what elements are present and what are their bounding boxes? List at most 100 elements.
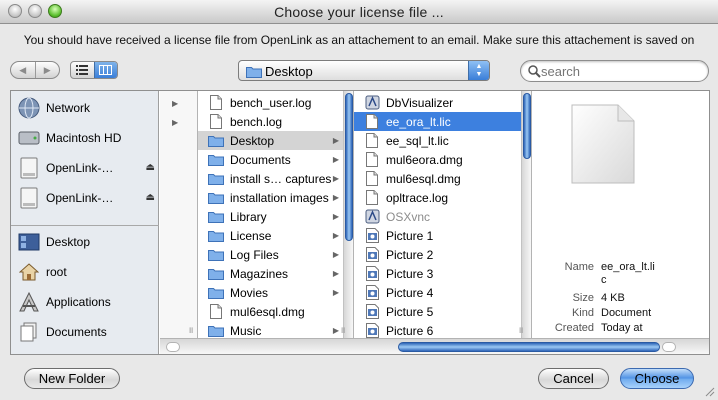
document-icon xyxy=(364,151,380,168)
file-list-row[interactable]: Picture 3 xyxy=(354,264,531,283)
folder-icon xyxy=(208,227,224,244)
disclosure-arrow-icon: ▶ xyxy=(332,136,339,145)
disclosure-arrow-icon: ▶ xyxy=(332,193,339,202)
file-list-row[interactable]: opltrace.log xyxy=(354,188,531,207)
choose-button[interactable]: Choose xyxy=(620,368,694,389)
file-list-row[interactable]: ee_ora_lt.lic xyxy=(354,112,531,131)
sidebar: Network Macintosh HD OpenLink-… ⏏ OpenLi… xyxy=(11,91,159,354)
file-name: DbVisualizer xyxy=(386,95,454,110)
folder-icon xyxy=(208,265,224,282)
file-list-row[interactable]: DbVisualizer xyxy=(354,93,531,112)
sidebar-item-label: Macintosh HD xyxy=(46,131,122,145)
sidebar-item-applications[interactable]: Applications xyxy=(17,289,155,315)
picture-file-icon xyxy=(364,265,380,282)
file-name: bench.log xyxy=(230,114,283,129)
instruction-message: You should have received a license file … xyxy=(23,33,695,47)
file-list-row[interactable]: License ▶ xyxy=(198,226,353,245)
cancel-button[interactable]: Cancel xyxy=(538,368,609,389)
file-list-row[interactable]: ee_sql_lt.lic xyxy=(354,131,531,150)
file-name: Picture 2 xyxy=(386,247,434,262)
scrollbar-thumb[interactable] xyxy=(345,93,353,241)
file-list-row[interactable]: Magazines ▶ xyxy=(198,264,353,283)
scrollbar-track-end xyxy=(662,342,676,352)
file-list-row[interactable]: Music ▶ xyxy=(198,321,353,338)
file-name: ee_sql_lt.lic xyxy=(386,133,449,148)
file-list-row[interactable]: Picture 1 xyxy=(354,226,531,245)
preview-created-label: Created xyxy=(554,322,594,334)
forward-button[interactable]: ▶ xyxy=(34,62,60,78)
back-button[interactable]: ◀ xyxy=(11,62,35,78)
resize-grip-icon[interactable] xyxy=(703,385,715,397)
file-list-row[interactable]: Picture 5 xyxy=(354,302,531,321)
file-list-row[interactable]: bench_user.log xyxy=(198,93,353,112)
search-field[interactable] xyxy=(520,60,709,82)
folder-icon xyxy=(208,132,224,149)
preview-name-value: ee_ora_lt.li xyxy=(601,261,655,273)
file-name: OSXvnc xyxy=(386,209,431,224)
file-list-row[interactable]: Documents ▶ xyxy=(198,150,353,169)
file-list-row[interactable]: OSXvnc xyxy=(354,207,531,226)
file-list-row[interactable]: install s… captures ▶ xyxy=(198,169,353,188)
eject-icon[interactable]: ⏏ xyxy=(146,192,155,203)
preview-kind-label: Kind xyxy=(571,307,594,319)
search-input[interactable] xyxy=(541,63,701,80)
file-list-row[interactable]: installation images ▶ xyxy=(198,188,353,207)
file-list-row[interactable]: mul6esql.dmg xyxy=(198,302,353,321)
file-list-row[interactable]: Picture 6 xyxy=(354,321,531,338)
file-name: Picture 4 xyxy=(386,285,434,300)
disclosure-arrow-icon: ▶ xyxy=(332,269,339,278)
file-name: mul6eora.dmg xyxy=(386,152,463,167)
column-view-icon xyxy=(99,65,113,75)
back-arrow-icon: ◀ xyxy=(19,64,27,75)
file-name: Documents xyxy=(230,152,291,167)
column-resize-handle[interactable]: ॥ xyxy=(340,323,345,336)
column-resize-handle[interactable]: ॥ xyxy=(518,323,523,336)
file-list-row[interactable]: Picture 4 xyxy=(354,283,531,302)
file-name: Picture 3 xyxy=(386,266,434,281)
file-list-row[interactable]: bench.log xyxy=(198,112,353,131)
file-name: installation images xyxy=(230,190,329,205)
file-list-row[interactable]: Movies ▶ xyxy=(198,283,353,302)
column-2-scrollbar[interactable] xyxy=(343,91,353,338)
eject-icon[interactable]: ⏏ xyxy=(146,162,155,173)
file-list-row[interactable]: Log Files ▶ xyxy=(198,245,353,264)
scrollbar-thumb[interactable] xyxy=(398,342,660,352)
sidebar-item-openlink-2[interactable]: OpenLink-… ⏏ xyxy=(17,185,155,211)
disclosure-arrow-icon: ▶ xyxy=(332,288,339,297)
disclosure-arrow-icon: ▶ xyxy=(332,212,339,221)
list-view-icon xyxy=(76,65,89,75)
column-3-scrollbar[interactable] xyxy=(521,91,531,338)
file-name: mul6esql.dmg xyxy=(386,171,461,186)
disk-image-icon xyxy=(17,186,41,210)
disclosure-arrow-icon: ▶ xyxy=(172,99,179,108)
scrollbar-thumb[interactable] xyxy=(523,93,531,159)
sidebar-item-desktop[interactable]: Desktop xyxy=(17,229,155,255)
sidebar-item-documents[interactable]: Documents xyxy=(17,319,155,345)
preview-name-label: Name xyxy=(564,261,594,273)
file-list-row[interactable]: Library ▶ xyxy=(198,207,353,226)
column-view-button[interactable] xyxy=(93,62,117,78)
file-list-row[interactable]: Picture 2 xyxy=(354,245,531,264)
sidebar-item-root[interactable]: root xyxy=(17,259,155,285)
horizontal-scrollbar[interactable] xyxy=(160,338,709,354)
window-title: Choose your license file ... xyxy=(274,4,444,20)
sidebar-item-network[interactable]: Network xyxy=(17,95,155,121)
sidebar-item-openlink-1[interactable]: OpenLink-… ⏏ xyxy=(17,155,155,181)
document-icon xyxy=(364,113,380,130)
sidebar-item-macintosh-hd[interactable]: Macintosh HD xyxy=(17,125,155,151)
preview-created-value: Today at xyxy=(601,322,643,334)
file-name: mul6esql.dmg xyxy=(230,304,305,319)
preview-column: Name ee_ora_lt.li c Size 4 KB Kind Docum… xyxy=(532,91,709,338)
search-icon xyxy=(528,65,541,78)
location-popup[interactable]: Desktop ▲ ▼ xyxy=(238,60,490,81)
desktop-folder-icon xyxy=(246,67,262,78)
file-list-row[interactable]: Desktop ▶ xyxy=(198,131,353,150)
folder-icon xyxy=(208,151,224,168)
column-resize-handle[interactable]: ॥ xyxy=(188,323,193,336)
folder-icon xyxy=(208,189,224,206)
file-list-row[interactable]: mul6esql.dmg xyxy=(354,169,531,188)
new-folder-button[interactable]: New Folder xyxy=(24,368,120,389)
document-icon xyxy=(208,94,224,111)
file-list-row[interactable]: mul6eora.dmg xyxy=(354,150,531,169)
list-view-button[interactable] xyxy=(71,62,94,78)
